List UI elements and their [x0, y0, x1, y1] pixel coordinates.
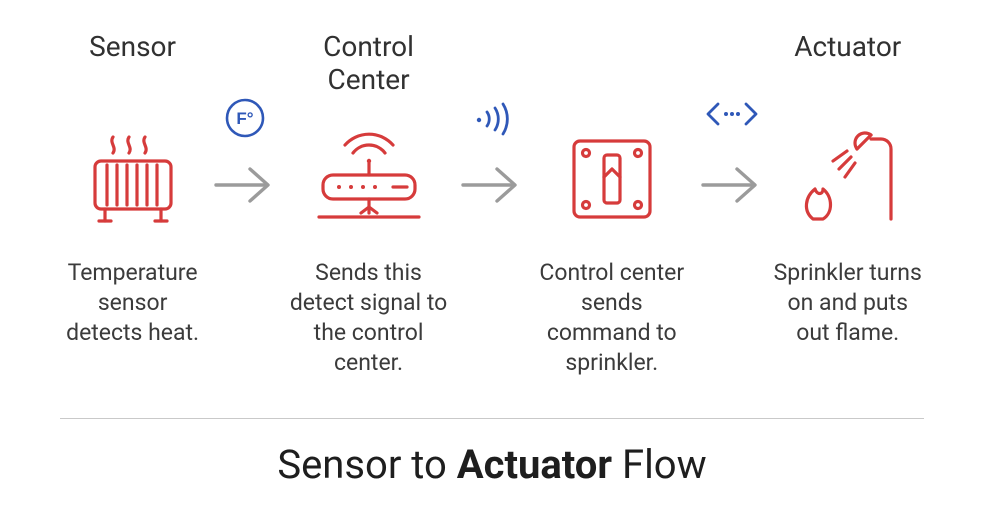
switch-icon — [566, 133, 658, 225]
arrow-3 — [692, 124, 772, 240]
divider — [60, 418, 924, 419]
code-ellipsis-icon — [704, 96, 760, 132]
title-pre: Sensor to — [277, 441, 456, 488]
arrow-right-icon — [457, 162, 527, 208]
arrow-1: F° — [205, 124, 285, 240]
caption-sprinkler: Sprinkler turns on and puts out flame. — [772, 258, 924, 348]
stage-actuator: Sprinkler turns on and puts out flame. — [772, 124, 924, 348]
stage-sensor: Temperature sensor detects heat. — [60, 124, 205, 348]
header-control-center: Control Center — [285, 30, 452, 96]
title-post: Flow — [612, 441, 707, 488]
temperature-fahrenheit-icon: F° — [223, 96, 267, 140]
header-actuator: Actuator — [772, 30, 924, 96]
caption-send: Sends this detect signal to the control … — [285, 258, 452, 378]
title-bold: Actuator — [457, 441, 612, 488]
arrow-right-icon — [210, 162, 280, 208]
router-icon — [309, 131, 429, 227]
stage-switch: Control center sends command to sprinkle… — [532, 124, 692, 378]
caption-sensor: Temperature sensor detects heat. — [60, 258, 205, 348]
arrow-2 — [452, 124, 532, 240]
heater-icon — [83, 131, 183, 227]
arrow-right-icon — [697, 162, 767, 208]
svg-text:F°: F° — [237, 109, 254, 128]
sprinkler-flame-icon — [793, 129, 903, 229]
flow-row: Temperature sensor detects heat. F° — [0, 124, 984, 378]
caption-command: Control center sends command to sprinkle… — [532, 258, 692, 378]
stage-control-center: Sends this detect signal to the control … — [285, 124, 452, 378]
header-sensor: Sensor — [60, 30, 205, 96]
diagram-title: Sensor to Actuator Flow — [0, 441, 984, 488]
header-blank — [532, 30, 692, 96]
signal-icon — [469, 96, 515, 136]
